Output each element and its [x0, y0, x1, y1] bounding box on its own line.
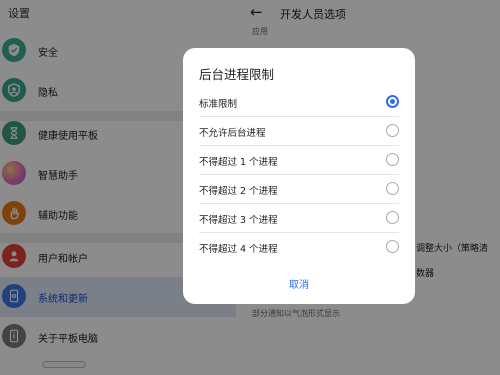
option-max-1[interactable]: 不得超过 1 个进程 [183, 146, 415, 175]
radio-button[interactable] [386, 182, 399, 195]
option-label: 不得超过 3 个进程 [199, 215, 278, 226]
radio-button[interactable] [386, 124, 399, 137]
option-label: 不得超过 4 个进程 [199, 244, 278, 255]
option-label: 不允许后台进程 [199, 128, 266, 139]
radio-button-selected[interactable] [386, 95, 399, 108]
option-max-3[interactable]: 不得超过 3 个进程 [183, 204, 415, 233]
radio-button[interactable] [386, 211, 399, 224]
option-label: 标准限制 [199, 99, 238, 110]
dialog-title: 后台进程限制 [199, 67, 275, 82]
radio-button[interactable] [386, 240, 399, 253]
background-process-limit-dialog: 后台进程限制 标准限制 不允许后台进程 不得超过 1 个进程 不得超过 2 个进… [183, 48, 415, 304]
option-max-2[interactable]: 不得超过 2 个进程 [183, 175, 415, 204]
cancel-button[interactable]: 取消 [183, 276, 415, 291]
option-max-4[interactable]: 不得超过 4 个进程 [183, 233, 415, 262]
option-no-background[interactable]: 不允许后台进程 [183, 117, 415, 146]
option-label: 不得超过 2 个进程 [199, 186, 278, 197]
option-label: 不得超过 1 个进程 [199, 157, 278, 168]
option-standard-limit[interactable]: 标准限制 [183, 88, 415, 117]
radio-button[interactable] [386, 153, 399, 166]
